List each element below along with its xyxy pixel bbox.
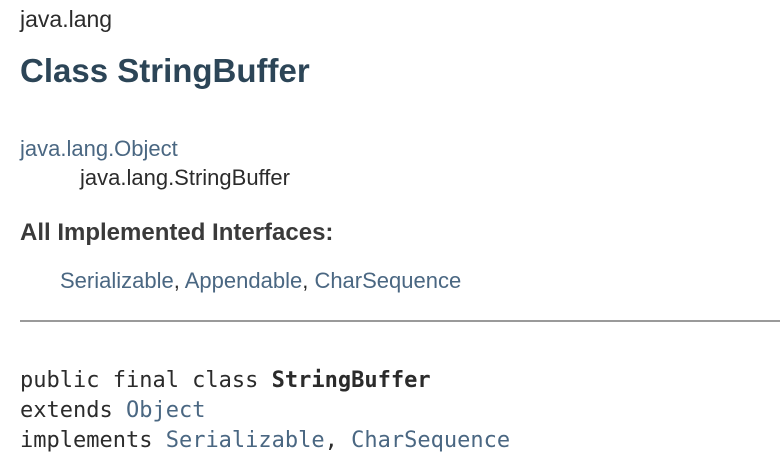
interface-separator: , xyxy=(302,268,315,293)
current-class-label: java.lang.StringBuffer xyxy=(80,165,290,190)
interface-link-appendable[interactable]: Appendable xyxy=(185,268,302,293)
interface-separator: , xyxy=(173,268,185,293)
signature-implements-link-serializable[interactable]: Serializable xyxy=(166,428,325,453)
package-label: java.lang xyxy=(20,6,113,32)
implemented-interfaces-heading: All Implemented Interfaces: xyxy=(20,219,334,246)
implemented-interfaces-list: Serializable, Appendable, CharSequence xyxy=(60,268,461,294)
interface-link-charsequence[interactable]: CharSequence xyxy=(314,268,461,293)
signature-modifiers: public final class xyxy=(20,368,272,393)
section-divider xyxy=(20,320,780,322)
class-signature: public final class StringBuffer extends … xyxy=(20,366,510,456)
page-title: Class StringBuffer xyxy=(20,52,310,89)
parent-class-link[interactable]: java.lang.Object xyxy=(20,136,178,161)
signature-implements-link-charsequence[interactable]: CharSequence xyxy=(351,428,510,453)
signature-separator: , xyxy=(324,428,352,453)
signature-extends-keyword: extends xyxy=(20,398,126,423)
interface-link-serializable[interactable]: Serializable xyxy=(60,268,174,293)
inheritance-tree: java.lang.Object java.lang.StringBuffer xyxy=(20,136,290,191)
signature-extends-link[interactable]: Object xyxy=(126,398,205,423)
signature-implements-keyword: implements xyxy=(20,428,166,453)
signature-class-name: StringBuffer xyxy=(271,368,431,393)
